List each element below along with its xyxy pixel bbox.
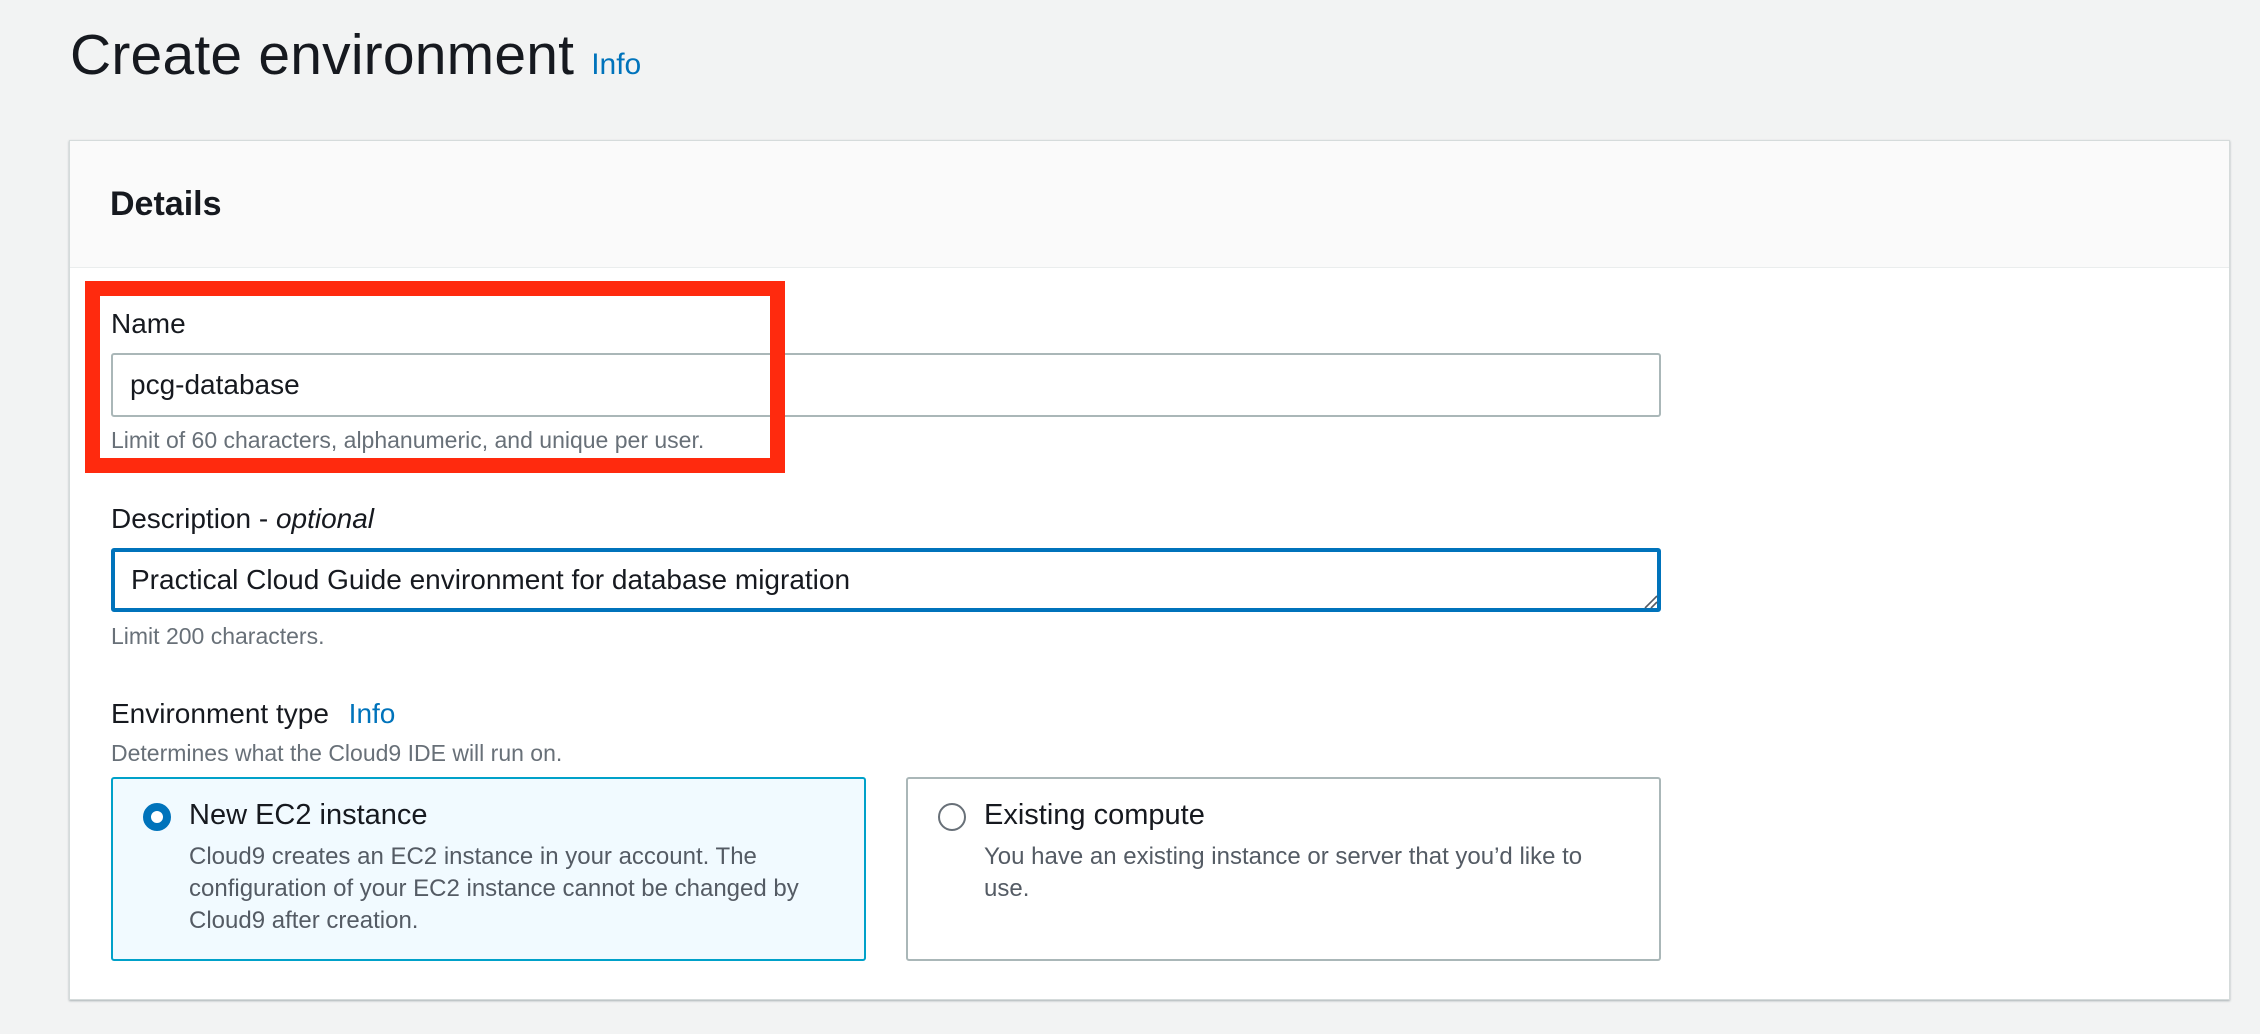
radio-existing-compute[interactable] xyxy=(938,803,966,831)
details-panel-header: Details xyxy=(70,141,2229,268)
details-panel: Details Name Limit of 60 characters, alp… xyxy=(69,140,2230,1000)
resize-grip-icon[interactable] xyxy=(1642,593,1658,609)
description-textarea[interactable] xyxy=(111,548,1661,612)
description-label: Description - optional xyxy=(111,503,374,535)
page-info-link[interactable]: Info xyxy=(591,48,641,82)
option-description: Cloud9 creates an EC2 instance in your a… xyxy=(189,843,799,934)
environment-type-info-link[interactable]: Info xyxy=(349,698,396,729)
page-title: Create environment xyxy=(70,23,575,87)
environment-type-hint: Determines what the Cloud9 IDE will run … xyxy=(111,740,563,766)
option-new-ec2-instance[interactable]: New EC2 instance Cloud9 creates an EC2 i… xyxy=(111,777,866,961)
description-hint: Limit 200 characters. xyxy=(111,623,325,649)
name-hint: Limit of 60 characters, alphanumeric, an… xyxy=(111,427,705,453)
option-description: You have an existing instance or server … xyxy=(984,843,1583,902)
description-label-text: Description - xyxy=(111,503,276,534)
page-header: Create environment Info xyxy=(70,22,641,88)
environment-type-label-text: Environment type xyxy=(111,698,329,729)
name-input[interactable] xyxy=(111,353,1661,417)
description-optional-text: optional xyxy=(275,503,375,534)
option-existing-compute[interactable]: Existing compute You have an existing in… xyxy=(906,777,1661,961)
option-title: New EC2 instance xyxy=(189,799,428,831)
environment-type-label: Environment type Info xyxy=(111,698,395,730)
name-label: Name xyxy=(111,308,186,339)
details-heading: Details xyxy=(110,184,222,223)
option-title: Existing compute xyxy=(984,799,1205,831)
radio-new-ec2-instance[interactable] xyxy=(143,803,171,831)
